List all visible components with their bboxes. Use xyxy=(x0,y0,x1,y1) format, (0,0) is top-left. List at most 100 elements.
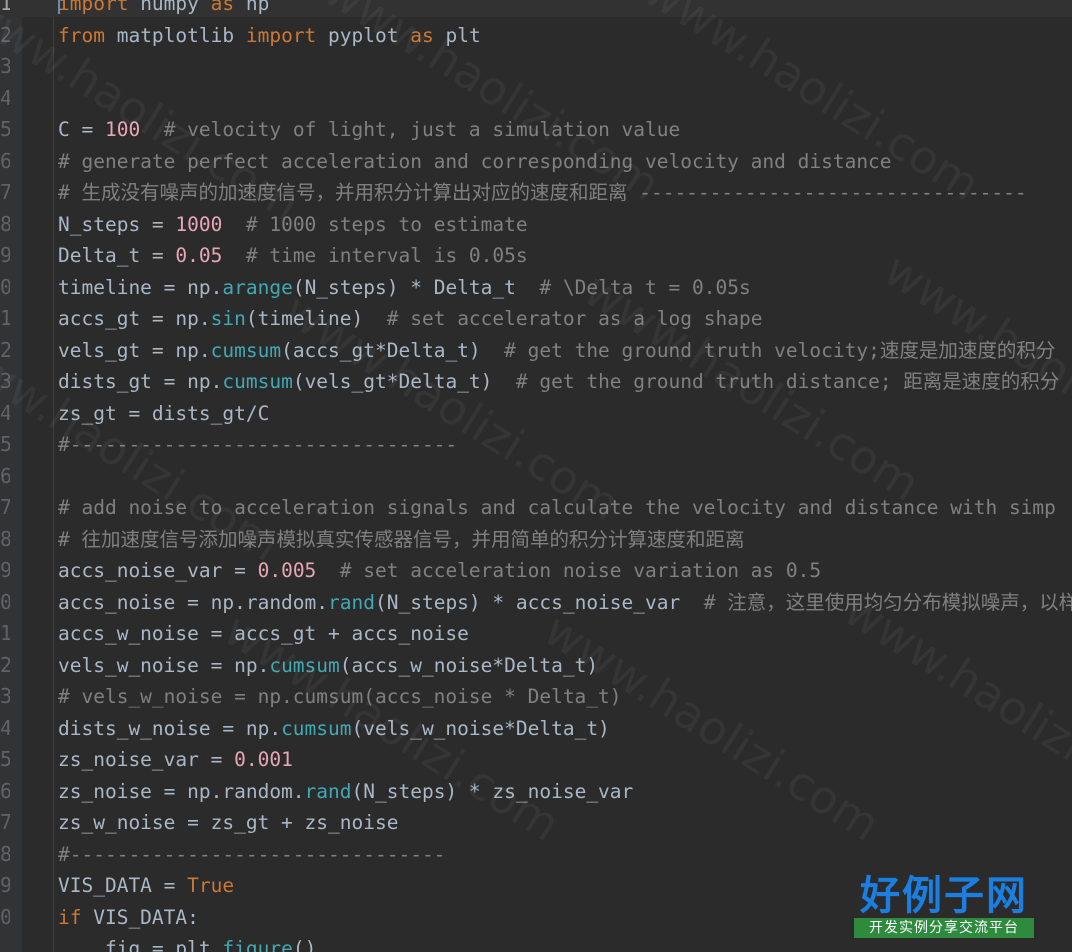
code-token: () xyxy=(292,937,317,952)
code-token: 100 xyxy=(104,118,141,141)
code-line[interactable]: from matplotlib import pyplot as plt xyxy=(58,20,481,52)
line-number: 7 xyxy=(0,495,10,519)
code-line[interactable]: Delta_t = 0.05 # time interval is 0.05s xyxy=(58,240,528,272)
code-token: cumsum xyxy=(269,653,340,677)
line-number: 0 xyxy=(0,904,10,929)
code-token: # vels_w_noise = np.cumsum(accs_noise * … xyxy=(58,685,622,708)
code-token: 0.005 xyxy=(257,559,317,582)
code-line[interactable]: accs_w_noise = accs_gt + accs_noise xyxy=(58,618,469,650)
code-token: # 注意，这里使用均匀分布模拟噪声，以样 xyxy=(703,590,1072,614)
code-line[interactable]: vels_gt = np.cumsum(accs_gt*Delta_t) # g… xyxy=(58,335,1055,367)
code-token: zs_w_noise = zs_gt + zs_noise xyxy=(58,811,399,834)
code-line[interactable]: accs_gt = np.sin(timeline) # set acceler… xyxy=(58,303,762,335)
code-token: as xyxy=(210,0,235,15)
code-line[interactable]: VIS_DATA = True xyxy=(58,870,234,902)
code-token: sin xyxy=(210,307,246,330)
line-number: 7 xyxy=(0,180,10,204)
line-number: 0 xyxy=(0,274,10,299)
code-token: N_steps = xyxy=(58,212,176,236)
logo-subtitle: 开发实例分享交流平台 xyxy=(854,918,1034,938)
code-token: # 往加速度信号添加噪声模拟真实传感器信号，并用简单的积分计算速度和距离 xyxy=(58,527,745,551)
line-number: 1 xyxy=(0,0,10,15)
code-token: accs_noise_var = xyxy=(58,559,258,582)
text-caret xyxy=(58,0,60,14)
code-line[interactable]: #-------------------------------- xyxy=(58,839,445,871)
code-token: vels_w_noise = np. xyxy=(58,653,270,677)
code-line[interactable]: # add noise to acceleration signals and … xyxy=(58,492,1056,524)
code-token: 0.001 xyxy=(234,748,293,771)
line-number: 3 xyxy=(0,54,10,78)
code-token: if xyxy=(58,905,82,929)
code-line[interactable]: dists_gt = np.cumsum(vels_gt*Delta_t) # … xyxy=(58,366,1059,398)
line-number: 6 xyxy=(0,148,10,173)
code-line[interactable]: dists_w_noise = np.cumsum(vels_w_noise*D… xyxy=(58,713,610,745)
line-number: 6 xyxy=(0,778,10,803)
code-line[interactable]: zs_w_noise = zs_gt + zs_noise xyxy=(58,807,398,839)
line-number: 7 xyxy=(0,810,10,834)
line-number: 4 xyxy=(0,400,10,425)
line-number: 5 xyxy=(0,117,10,141)
code-token: C = xyxy=(58,118,105,141)
code-token: fig = plt. xyxy=(58,937,223,952)
code-line[interactable]: # 往加速度信号添加噪声模拟真实传感器信号，并用简单的积分计算速度和距离 xyxy=(58,524,744,556)
code-token: (timeline) xyxy=(245,307,387,330)
code-token: zs_noise_var = xyxy=(58,748,235,771)
code-token: rand xyxy=(328,590,375,614)
line-number: 3 xyxy=(0,684,10,708)
line-number: 6 xyxy=(0,463,10,488)
code-token: import xyxy=(58,0,129,15)
code-token: import xyxy=(245,23,317,47)
site-logo: 好例子网 开发实例分享交流平台 xyxy=(854,874,1034,938)
code-line[interactable]: zs_gt = dists_gt/C xyxy=(58,398,269,430)
code-token: # set accelerator as a log shape xyxy=(386,307,763,330)
code-token: timeline = np. xyxy=(58,275,223,299)
line-number xyxy=(0,933,10,952)
code-token: dists_gt = np. xyxy=(58,370,223,393)
code-token: figure xyxy=(222,937,293,952)
code-line[interactable]: # 生成没有噪声的加速度信号，并用积分计算出对应的速度和距离 ---------… xyxy=(58,177,1027,209)
line-number: 5 xyxy=(0,747,10,771)
line-number: 8 xyxy=(0,211,10,236)
code-line[interactable]: # vels_w_noise = np.cumsum(accs_noise * … xyxy=(58,681,622,713)
code-token: accs_noise = np.random. xyxy=(58,590,329,614)
code-token: # \Delta t = 0.05s xyxy=(539,275,751,299)
code-line[interactable]: vels_w_noise = np.cumsum(accs_w_noise*De… xyxy=(58,650,598,682)
code-token: 0.05 xyxy=(175,244,223,267)
code-token: plt xyxy=(433,23,481,47)
code-editor[interactable]: 1 2 3 4 5 6 7 8 9 0 1 2 3 4 5 6 7 8 9 0 1 2 3 4 5 6 7 8 9 0 import nu… xyxy=(0,0,1072,952)
watermark: www.haolizi.com xyxy=(834,582,1072,832)
code-line[interactable]: #--------------------------------- xyxy=(58,429,457,461)
code-line[interactable]: N_steps = 1000 # 1000 steps to estimate xyxy=(58,209,528,241)
code-token: True xyxy=(187,874,235,897)
code-token: dists_w_noise = np. xyxy=(58,716,282,740)
code-token: cumsum xyxy=(222,370,293,393)
line-number: 0 xyxy=(0,589,10,614)
code-line[interactable]: timeline = np.arange(N_steps) * Delta_t … xyxy=(58,272,751,304)
code-line[interactable]: accs_noise = np.random.rand(N_steps) * a… xyxy=(58,587,1072,619)
code-token: (vels_gt*Delta_t) xyxy=(292,370,516,393)
code-token: # velocity of light, just a simulation v… xyxy=(163,118,681,141)
code-line[interactable]: zs_noise_var = 0.001 xyxy=(58,744,293,776)
line-number: 8 xyxy=(0,526,10,551)
code-line[interactable]: fig = plt.figure() xyxy=(58,933,316,952)
code-token: np xyxy=(234,0,270,15)
line-number: 9 xyxy=(0,873,10,897)
code-line[interactable]: C = 100 # velocity of light, just a simu… xyxy=(58,114,680,146)
line-number: 1 xyxy=(0,306,10,330)
code-token: arange xyxy=(222,275,293,299)
code-line[interactable]: if VIS_DATA: xyxy=(58,902,199,934)
code-line[interactable]: zs_noise = np.random.rand(N_steps) * zs_… xyxy=(58,776,633,808)
code-token: #-------------------------------- xyxy=(58,842,446,866)
code-token: pyplot xyxy=(316,23,411,47)
line-number: 5 xyxy=(0,432,10,456)
code-line[interactable]: import numpy as np xyxy=(58,0,269,20)
code-token: (vels_w_noise*Delta_t) xyxy=(351,716,610,740)
code-line[interactable]: # generate perfect acceleration and corr… xyxy=(58,146,892,178)
code-token: zs_noise = np.random. xyxy=(58,779,305,803)
code-line[interactable]: accs_noise_var = 0.005 # set acceleratio… xyxy=(58,555,821,587)
line-number: 4 xyxy=(0,85,10,110)
code-token: (N_steps) * Delta_t xyxy=(292,275,540,299)
code-token: numpy xyxy=(128,0,211,15)
